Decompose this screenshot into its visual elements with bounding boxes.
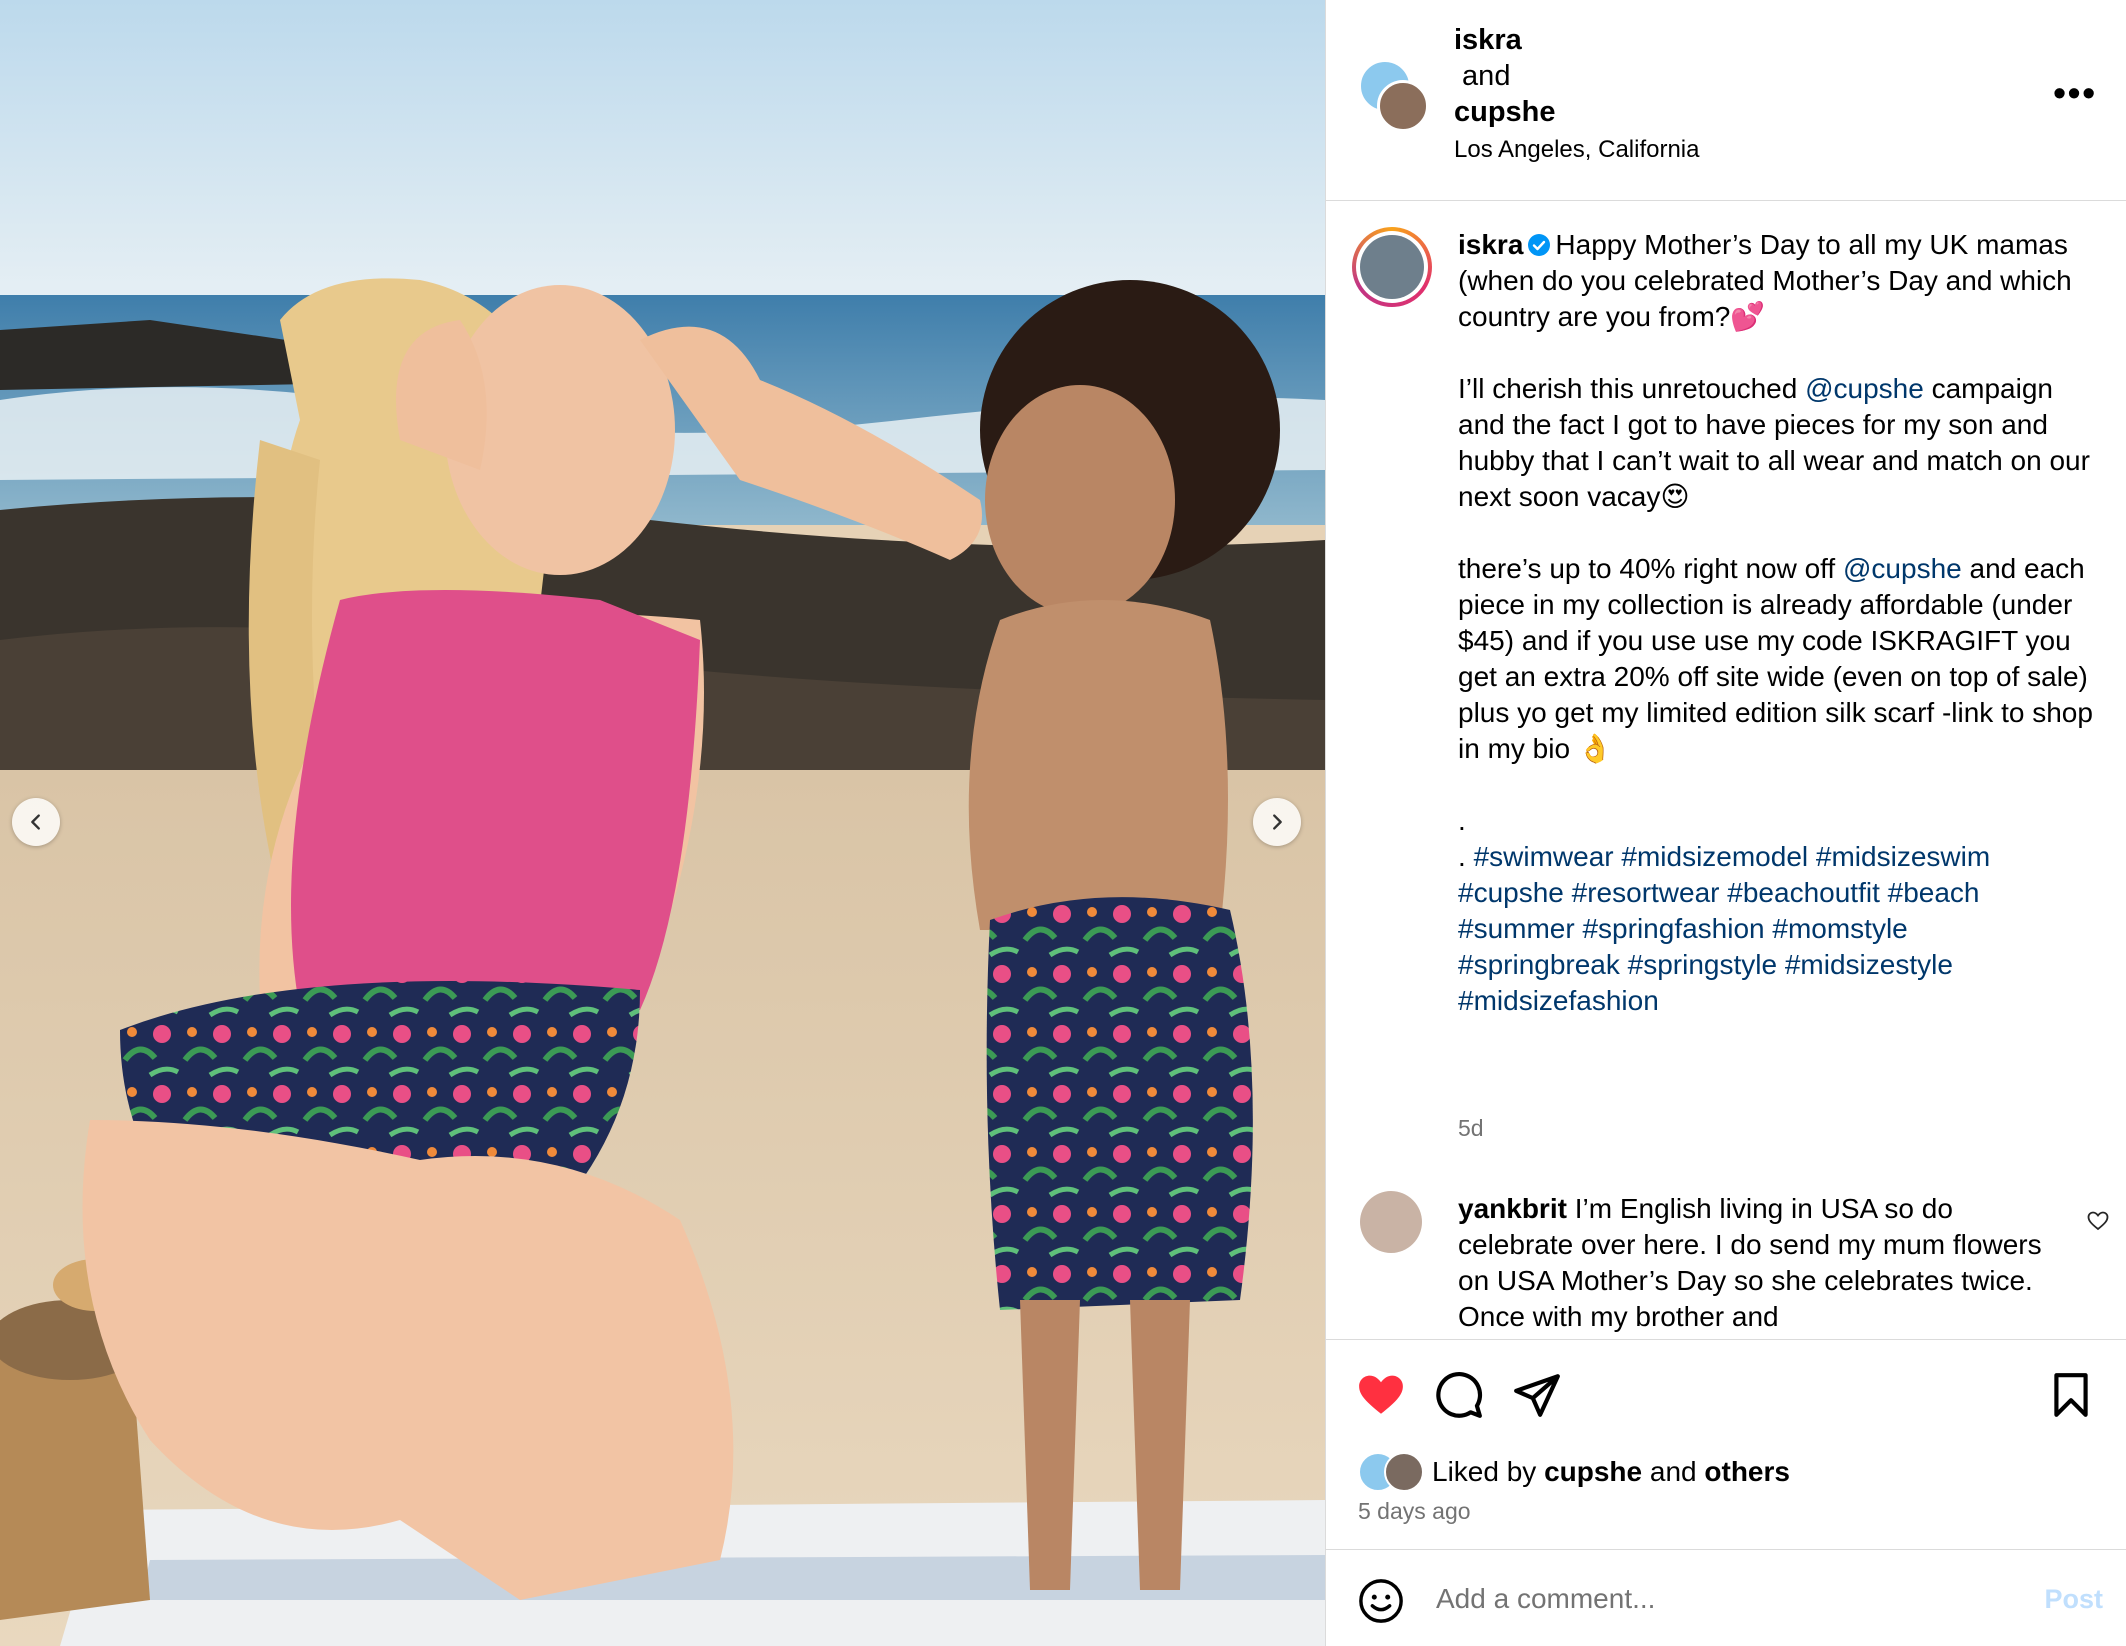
post-timestamp[interactable]: 5 days ago [1358, 1498, 1471, 1525]
liked-by-others-link[interactable]: others [1704, 1456, 1790, 1488]
comments-scroll-area[interactable]: iskra Happy Mother’s Day to all my UK mam… [1326, 201, 2126, 1339]
add-comment-bar: Post [1326, 1549, 2126, 1646]
hashtag-link[interactable]: #swimwear [1474, 841, 1614, 872]
hashtag-link[interactable]: #midsizestyle [1785, 949, 1953, 980]
post-sidebar: iskra and cupshe Los Angeles, California… [1325, 0, 2126, 1646]
caption-text-3: and each piece in my collection is alrea… [1458, 553, 2093, 872]
author-cupshe-link[interactable]: cupshe [1454, 94, 1699, 130]
author-iskra-link[interactable]: iskra [1454, 22, 1699, 58]
post-actions: Liked by cupshe and others 5 days ago [1326, 1339, 2126, 1549]
commenter-avatar[interactable] [1360, 1191, 1422, 1253]
liked-by-user-link[interactable]: cupshe [1544, 1456, 1642, 1488]
comment-username[interactable]: yankbrit [1458, 1193, 1567, 1224]
liked-by-and: and [1642, 1456, 1705, 1487]
hashtag-link[interactable]: #midsizefashion [1458, 985, 1659, 1016]
post-caption: iskra Happy Mother’s Day to all my UK mam… [1458, 227, 2098, 1019]
hashtag-link[interactable]: #midsizeswim [1816, 841, 1990, 872]
mention-link[interactable]: @cupshe [1805, 373, 1924, 404]
heart-filled-icon[interactable] [1356, 1370, 1406, 1420]
hashtag-link[interactable]: #springstyle [1628, 949, 1777, 980]
caption-age[interactable]: 5d [1458, 1115, 1484, 1142]
author-and-text: and [1454, 60, 1511, 92]
mention-link[interactable]: @cupshe [1843, 553, 1962, 584]
post-header: iskra and cupshe Los Angeles, California… [1326, 0, 2126, 201]
liked-by-prefix: Liked by [1432, 1456, 1545, 1487]
chevron-right-icon [1273, 814, 1282, 830]
beach-photo [0, 0, 1325, 1646]
liker-avatar [1384, 1452, 1424, 1492]
hashtag-link[interactable]: #beachoutfit [1727, 877, 1880, 908]
hashtag-link[interactable]: #momstyle [1772, 913, 1907, 944]
avatar-cupshe [1377, 80, 1429, 132]
story-ring [1352, 227, 1432, 307]
hashtag-link[interactable]: #springbreak [1458, 949, 1620, 980]
avatar [1360, 235, 1424, 299]
hashtag-link[interactable]: #midsizemodel [1621, 841, 1808, 872]
hashtag-link[interactable]: #summer [1458, 913, 1575, 944]
bookmark-icon[interactable] [2046, 1370, 2096, 1420]
post-photo [0, 0, 1325, 1646]
liked-by: Liked by cupshe and others [1358, 1451, 1790, 1493]
caption-username[interactable]: iskra [1458, 229, 1523, 260]
next-photo-button[interactable] [1253, 798, 1301, 846]
prev-photo-button[interactable] [12, 798, 60, 846]
more-options-icon[interactable]: ••• [2053, 75, 2097, 111]
comment-input[interactable] [1434, 1572, 1958, 1626]
smile-icon[interactable] [1358, 1578, 1404, 1624]
hashtag-link[interactable]: #beach [1888, 877, 1980, 908]
hashtag-link[interactable]: #springfashion [1582, 913, 1764, 944]
post-comment-button[interactable]: Post [2044, 1584, 2103, 1615]
comment-icon[interactable] [1434, 1370, 1484, 1420]
send-icon[interactable] [1512, 1370, 1562, 1420]
hashtag-link[interactable]: #resortwear [1572, 877, 1720, 908]
location-link[interactable]: Los Angeles, California [1454, 130, 1699, 170]
verified-badge-icon [1528, 234, 1551, 256]
hashtag-link[interactable]: #cupshe [1458, 877, 1564, 908]
post-authors: iskra and cupshe Los Angeles, California [1454, 22, 1699, 170]
comment-text: yankbrit I’m English living in USA so do… [1458, 1191, 2058, 1335]
comment-like-icon[interactable] [2086, 1209, 2110, 1233]
collab-avatars[interactable] [1359, 60, 1429, 132]
chevron-left-icon [31, 814, 40, 830]
